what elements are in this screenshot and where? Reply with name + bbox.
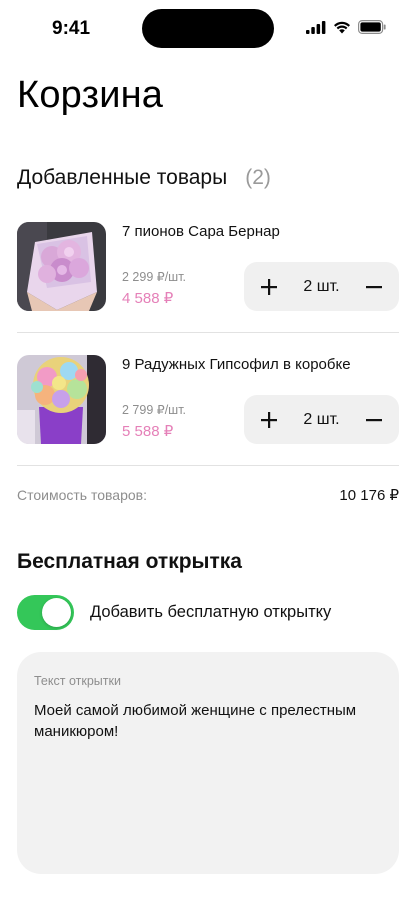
card-text-value[interactable]: Моей самой любимой женщине с прелестным … <box>34 700 384 742</box>
cart-item: 9 Радужных Гипсофил в коробке 2 799 ₽/шт… <box>17 355 399 465</box>
page-title: Корзина <box>17 74 164 116</box>
subtotal-label: Стоимость товаров: <box>17 487 147 503</box>
status-bar: 9:41 <box>0 0 416 58</box>
cart-item: 7 пионов Сара Бернар 2 299 ₽/шт. 4 588 ₽… <box>17 222 399 332</box>
divider <box>17 465 399 466</box>
plus-icon <box>261 411 277 428</box>
plus-icon <box>261 278 277 295</box>
quantity-value: 2 шт. <box>303 277 340 295</box>
quantity-value: 2 шт. <box>303 410 340 428</box>
minus-icon <box>366 285 382 288</box>
card-text-label: Текст открытки <box>34 674 121 688</box>
greeting-card-toggle-label[interactable]: Добавить бесплатную открытку <box>90 603 331 622</box>
battery-icon <box>358 20 386 34</box>
increase-button[interactable] <box>258 409 280 431</box>
item-total-price: 4 588 ₽ <box>122 290 174 307</box>
decrease-button[interactable] <box>363 276 385 298</box>
unit-price: 2 299 ₽/шт. <box>122 270 187 284</box>
status-icons <box>306 20 386 34</box>
product-image-peonies[interactable] <box>17 222 106 311</box>
cart-item-count: (2) <box>245 166 271 189</box>
greeting-card-toggle[interactable] <box>17 595 74 630</box>
signal-icon <box>306 20 326 34</box>
quantity-stepper: 2 шт. <box>244 262 399 311</box>
product-name[interactable]: 7 пионов Сара Бернар <box>122 223 280 240</box>
cart-section-title: Добавленные товары <box>17 166 228 189</box>
quantity-stepper: 2 шт. <box>244 395 399 444</box>
minus-icon <box>366 418 382 421</box>
dynamic-island <box>142 9 274 48</box>
toggle-knob <box>42 598 71 627</box>
item-total-price: 5 588 ₽ <box>122 423 174 440</box>
increase-button[interactable] <box>258 276 280 298</box>
decrease-button[interactable] <box>363 409 385 431</box>
divider <box>17 332 399 333</box>
wifi-icon <box>334 21 350 33</box>
cart-section-header: Добавленные товары (2) <box>17 166 271 190</box>
greeting-card-text-field[interactable]: Текст открытки Моей самой любимой женщин… <box>17 652 399 874</box>
product-image-gypsophila[interactable] <box>17 355 106 444</box>
product-name[interactable]: 9 Радужных Гипсофил в коробке <box>122 356 351 373</box>
subtotal-value: 10 176 ₽ <box>339 487 399 504</box>
greeting-card-title: Бесплатная открытка <box>17 550 242 573</box>
unit-price: 2 799 ₽/шт. <box>122 403 187 417</box>
status-time: 9:41 <box>52 18 91 39</box>
